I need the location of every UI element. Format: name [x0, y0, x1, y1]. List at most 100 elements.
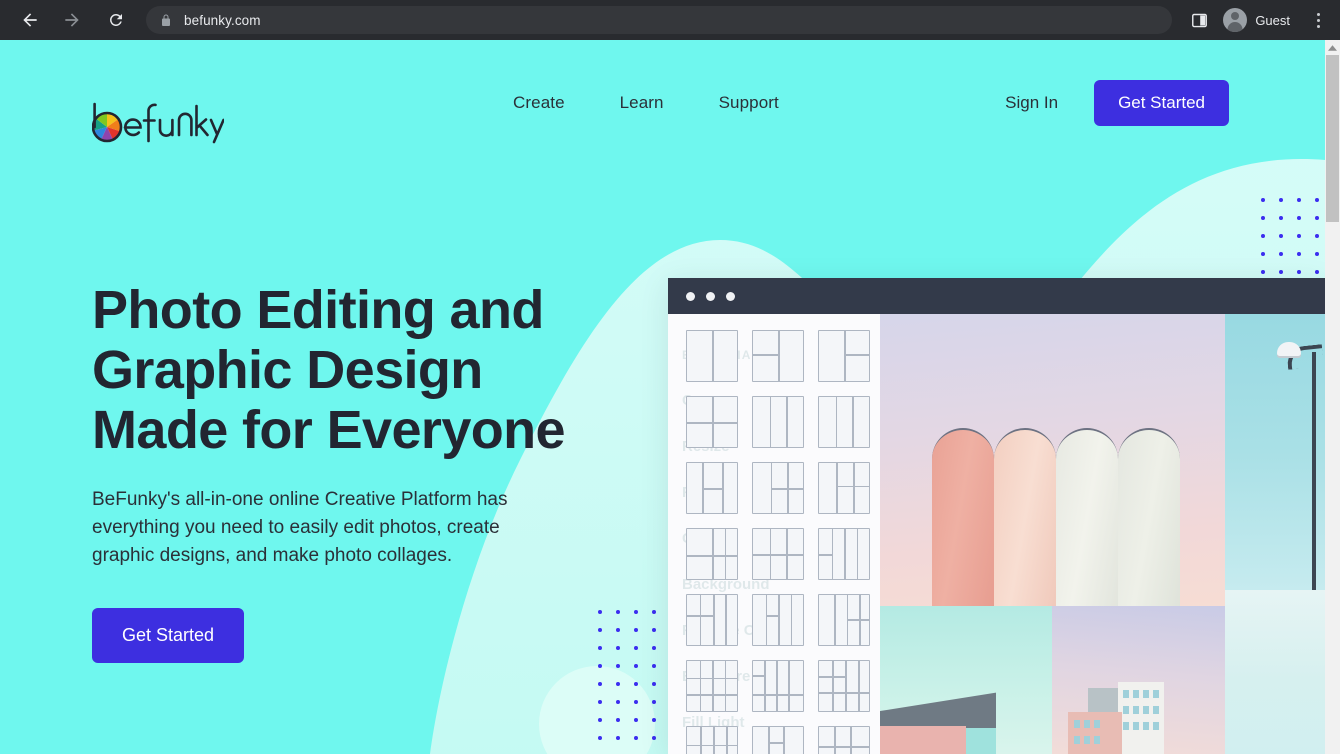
sign-in-link[interactable]: Sign In: [1005, 93, 1058, 113]
collage-template-card[interactable]: [752, 726, 804, 754]
header-actions: Sign In Get Started: [1005, 40, 1229, 166]
template-divider: [687, 694, 737, 696]
photo-apartment-tower: [1052, 606, 1225, 754]
template-divider: [845, 661, 847, 711]
template-divider: [753, 694, 803, 696]
nav-link-support[interactable]: Support: [719, 93, 779, 113]
template-divider: [726, 727, 728, 754]
template-divider: [699, 595, 701, 645]
decor-dot: [616, 682, 620, 686]
collage-template-card[interactable]: [686, 462, 738, 514]
lamp-head-shape: [1277, 342, 1301, 356]
decor-dot: [598, 664, 602, 668]
template-divider: [776, 661, 778, 711]
profile-chip[interactable]: Guest: [1220, 5, 1302, 35]
decor-dot: [1297, 270, 1301, 274]
collage-template-card[interactable]: [818, 660, 870, 712]
collage-template-card[interactable]: [752, 594, 804, 646]
silo-shape: [1056, 428, 1118, 606]
chrome-menu-button[interactable]: [1304, 5, 1332, 35]
decor-dot: [652, 628, 656, 632]
scrollbar-thumb[interactable]: [1326, 55, 1339, 222]
template-divider: [786, 397, 788, 447]
scrollbar-up-arrow[interactable]: [1325, 40, 1340, 55]
collage-template-card[interactable]: [686, 726, 738, 754]
template-divider: [753, 554, 803, 556]
template-divider: [725, 595, 727, 645]
photo-house: [880, 606, 1052, 754]
collage-template-card[interactable]: [818, 594, 870, 646]
collage-template-card[interactable]: [752, 462, 804, 514]
address-bar[interactable]: befunky.com: [146, 6, 1173, 34]
decor-dot: [1315, 216, 1319, 220]
collage-template-card[interactable]: [818, 396, 870, 448]
collage-template-card[interactable]: [686, 528, 738, 580]
template-divider: [687, 615, 713, 617]
collage-template-card[interactable]: [818, 726, 870, 754]
window-dot-minimize[interactable]: [706, 291, 715, 301]
arrow-left-icon: [23, 13, 37, 27]
collage-template-card[interactable]: [818, 330, 870, 382]
browser-forward-button[interactable]: [56, 4, 88, 36]
template-divider: [844, 354, 869, 356]
decor-dot: [1297, 198, 1301, 202]
decor-dot: [652, 718, 656, 722]
decor-dot: [1279, 270, 1283, 274]
nav-link-create[interactable]: Create: [513, 93, 565, 113]
side-panel-button[interactable]: [1184, 5, 1214, 35]
browser-reload-button[interactable]: [100, 4, 132, 36]
mockup-titlebar: [668, 278, 1325, 314]
collage-template-card[interactable]: [818, 528, 870, 580]
profile-name: Guest: [1255, 12, 1290, 28]
decor-dot: [652, 700, 656, 704]
template-divider: [753, 354, 778, 356]
hero-get-started-button[interactable]: Get Started: [92, 608, 245, 663]
collage-template-card[interactable]: [752, 396, 804, 448]
side-panel-icon: [1191, 13, 1207, 27]
template-divider: [858, 661, 860, 711]
decor-dot: [616, 718, 620, 722]
template-divider: [713, 727, 715, 754]
template-divider: [724, 529, 726, 579]
template-divider: [687, 677, 737, 679]
collage-template-card[interactable]: [818, 462, 870, 514]
decor-dot: [598, 646, 602, 650]
photo-street-lamp: [1225, 314, 1325, 754]
window-dot-maximize[interactable]: [726, 291, 735, 301]
template-divider: [834, 595, 836, 645]
decor-dot: [1315, 270, 1319, 274]
decor-dot: [1261, 252, 1265, 256]
scrollbar-track[interactable]: [1325, 40, 1340, 754]
template-divider: [770, 488, 803, 490]
collage-template-card[interactable]: [686, 594, 738, 646]
decor-dot: [1261, 270, 1265, 274]
template-divider: [700, 727, 702, 754]
photo-canvas: [880, 314, 1325, 754]
window-dot-close[interactable]: [686, 291, 695, 301]
collage-template-card[interactable]: [686, 660, 738, 712]
decor-dot: [652, 736, 656, 740]
template-divider: [853, 463, 855, 513]
browser-back-button[interactable]: [14, 4, 46, 36]
header-get-started-button[interactable]: Get Started: [1094, 80, 1229, 126]
decor-dot: [634, 664, 638, 668]
decor-dot: [634, 646, 638, 650]
collage-template-card[interactable]: [686, 396, 738, 448]
site-header: Create Learn Support Sign In Get Started: [0, 40, 1325, 166]
template-divider: [819, 746, 869, 748]
strip-lower: [1225, 590, 1325, 754]
template-divider: [778, 331, 780, 381]
collage-template-card[interactable]: [752, 528, 804, 580]
template-divider: [713, 595, 715, 645]
tower-window-row: [1123, 706, 1159, 714]
template-divider: [850, 727, 852, 754]
nav-link-learn[interactable]: Learn: [620, 93, 664, 113]
collage-template-card[interactable]: [752, 330, 804, 382]
template-divider: [790, 595, 792, 645]
template-divider: [819, 676, 845, 678]
decor-dot: [1315, 234, 1319, 238]
collage-template-card[interactable]: [686, 330, 738, 382]
collage-template-card[interactable]: [752, 660, 804, 712]
befunky-logo[interactable]: [91, 98, 225, 144]
template-divider: [712, 331, 714, 381]
